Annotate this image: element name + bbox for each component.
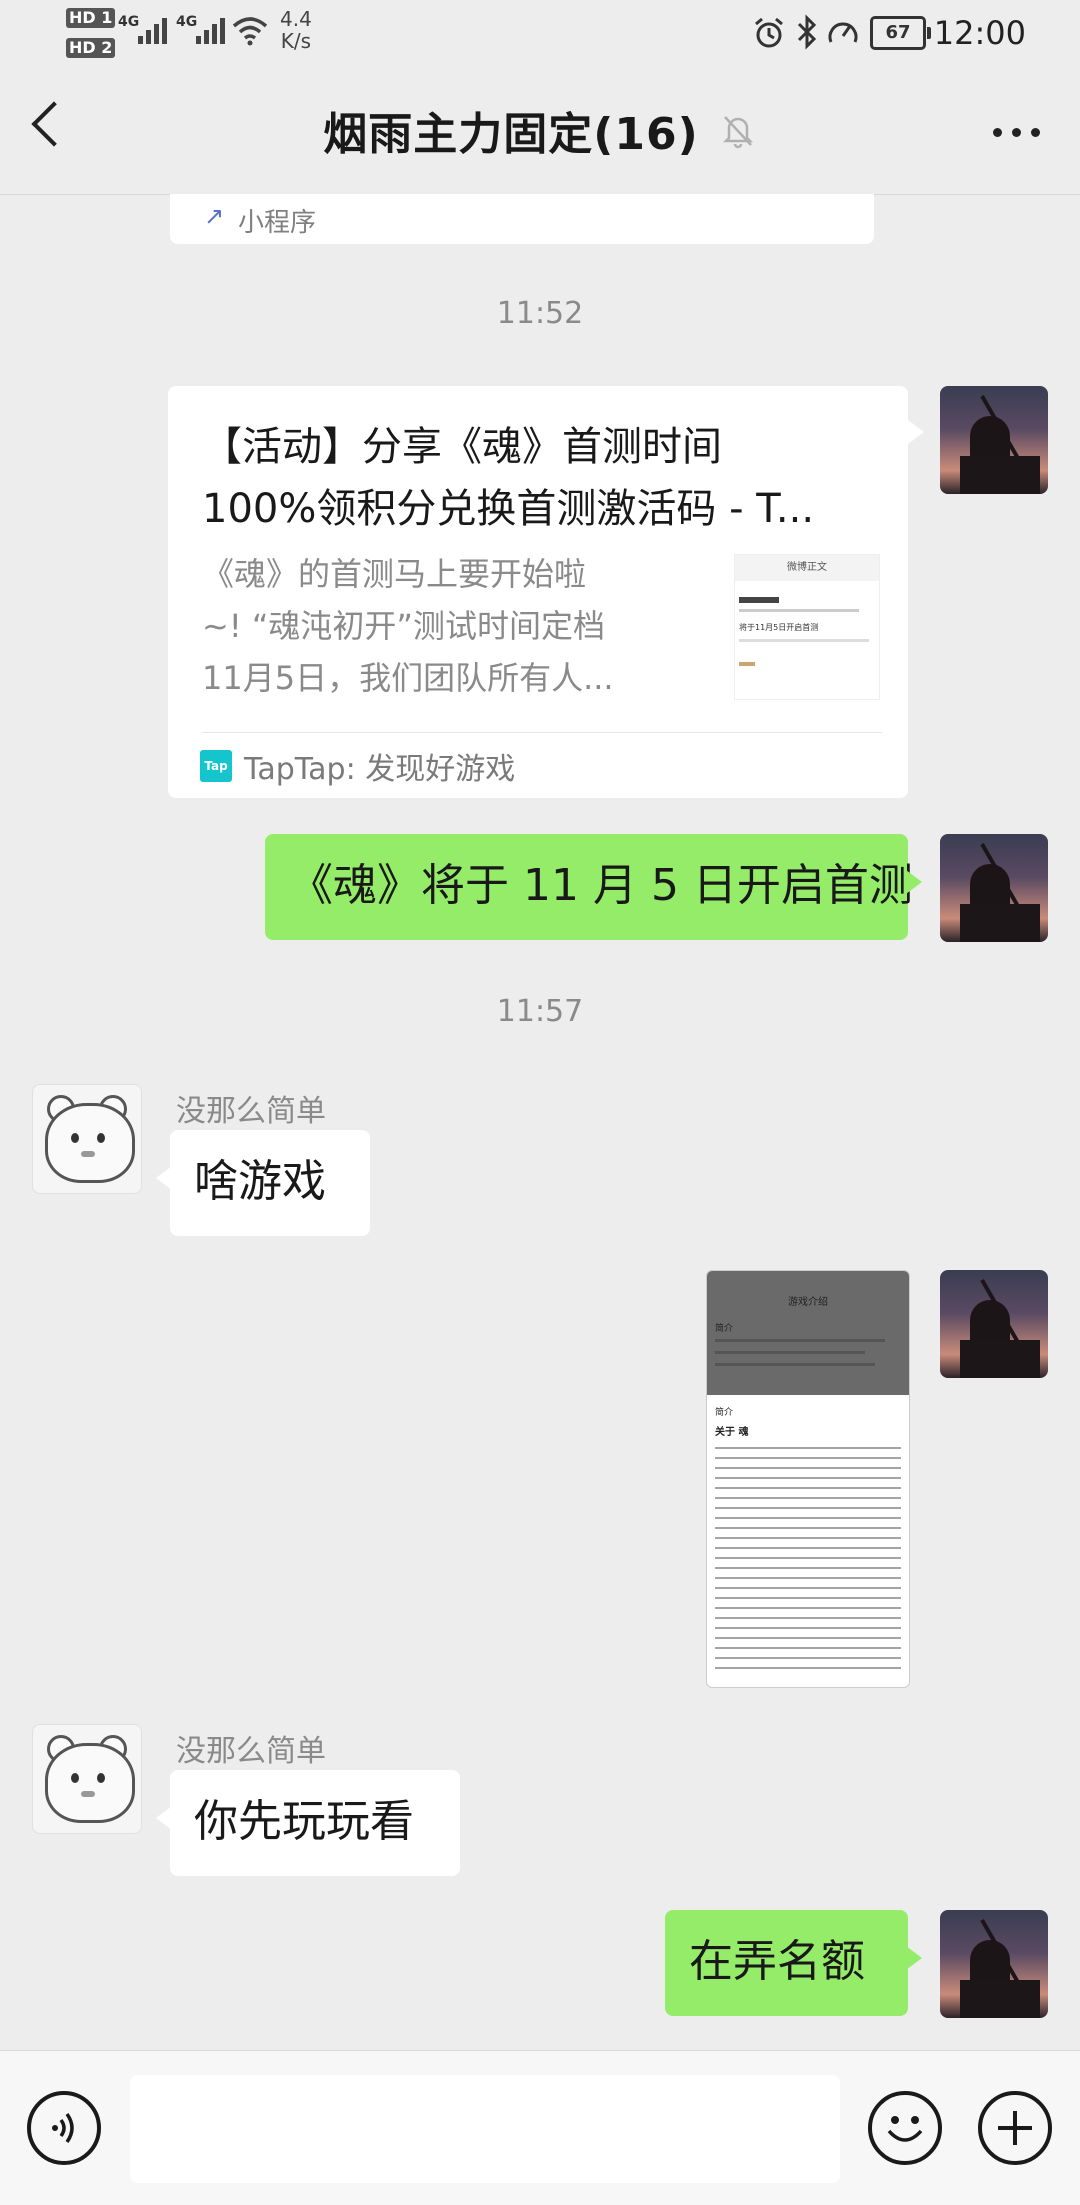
sender-name: 没那么简单 bbox=[176, 1094, 326, 1129]
mini-program-label: 小程序 bbox=[238, 208, 317, 238]
link-card-title-line2: 100%领积分兑换首测激活码 - T... bbox=[202, 486, 815, 532]
wifi-icon bbox=[232, 17, 268, 46]
self-avatar[interactable] bbox=[940, 834, 1048, 942]
timestamp: 11:52 bbox=[496, 296, 584, 331]
link-card-title-line1: 【活动】分享《魂》首测时间 bbox=[202, 424, 722, 470]
alarm-icon bbox=[755, 17, 783, 48]
input-bar bbox=[0, 2050, 1080, 2205]
link-card[interactable]: 【活动】分享《魂》首测时间 100%领积分兑换首测激活码 - T... 《魂》的… bbox=[168, 386, 908, 798]
more-options-icon[interactable] bbox=[993, 128, 1040, 137]
voice-input-icon[interactable] bbox=[27, 2091, 101, 2165]
link-card-desc-line1: 《魂》的首测马上要开始啦 bbox=[202, 555, 587, 593]
message-text-input[interactable] bbox=[130, 2075, 840, 2183]
link-card-description: 《魂》的首测马上要开始啦 ~! “魂沌初开”测试时间定档 11月5日，我们团队所… bbox=[202, 548, 614, 704]
self-message-bubble[interactable]: 在弄名额 bbox=[665, 1910, 922, 2016]
chat-header: 烟雨主力固定(16) bbox=[0, 70, 1080, 195]
add-more-icon[interactable] bbox=[978, 2091, 1052, 2165]
hd-badge-2: HD 2 bbox=[66, 38, 116, 58]
mini-program-card[interactable]: ↗ 小程序 bbox=[170, 194, 874, 244]
self-avatar[interactable] bbox=[940, 1910, 1048, 2018]
net-type-2: 4G bbox=[176, 14, 198, 30]
chat-title: 烟雨主力固定(16) bbox=[323, 109, 699, 160]
signal-icon-1 bbox=[138, 18, 167, 44]
thumb-section-1: 简介 bbox=[715, 1324, 734, 1334]
link-card-source: TapTap: 发现好游戏 bbox=[244, 752, 516, 787]
link-card-desc-line2: ~! “魂沌初开”测试时间定档 bbox=[202, 607, 605, 645]
card-tail bbox=[908, 420, 924, 444]
taptap-logo-icon: Tap bbox=[200, 750, 232, 782]
data-saver-icon bbox=[828, 22, 858, 43]
other-user-avatar[interactable] bbox=[32, 1724, 142, 1834]
network-speed: 4.4 K/s bbox=[280, 8, 312, 52]
hd-badge-1: HD 1 bbox=[66, 8, 116, 28]
link-icon: ↗ bbox=[204, 202, 225, 230]
network-speed-value: 4.4 bbox=[280, 7, 312, 31]
emoji-icon[interactable] bbox=[868, 2091, 942, 2165]
screenshot-image-message[interactable]: 游戏介绍 简介 简介 关于 魂 bbox=[706, 1270, 910, 1688]
self-avatar[interactable] bbox=[940, 1270, 1048, 1378]
status-time: 12:00 bbox=[933, 14, 1026, 52]
link-card-thumbnail: 微博正文 将于11月5日开启首测 bbox=[734, 554, 880, 700]
net-type-1: 4G bbox=[118, 14, 140, 30]
link-card-title: 【活动】分享《魂》首测时间 100%领积分兑换首测激活码 - T... bbox=[202, 416, 814, 540]
battery-indicator: 67 bbox=[870, 16, 931, 50]
thumb-about: 关于 魂 bbox=[715, 1427, 749, 1438]
thumb-header: 微博正文 bbox=[735, 555, 879, 581]
other-user-avatar[interactable] bbox=[32, 1084, 142, 1194]
self-message-bubble[interactable]: 《魂》将于 11 月 5 日开启首测 bbox=[265, 834, 922, 940]
thumb-text: 将于11月5日开启首测 bbox=[739, 623, 819, 632]
thumb-top-title: 游戏介绍 bbox=[788, 1297, 828, 1308]
self-avatar[interactable] bbox=[940, 386, 1048, 494]
mute-bell-icon bbox=[722, 116, 753, 149]
signal-icon-2 bbox=[196, 18, 225, 44]
status-bar: HD 1 HD 2 4G 4G 4.4 K/s 67 12:00 bbox=[0, 0, 1080, 70]
network-speed-unit: K/s bbox=[280, 29, 312, 53]
sender-name: 没那么简单 bbox=[176, 1734, 326, 1769]
other-message-bubble[interactable]: 你先玩玩看 bbox=[156, 1770, 460, 1876]
link-card-desc-line3: 11月5日，我们团队所有人... bbox=[202, 659, 614, 697]
bluetooth-icon bbox=[797, 14, 817, 50]
thumb-section-2: 简介 bbox=[715, 1408, 734, 1418]
timestamp: 11:57 bbox=[496, 994, 584, 1029]
other-message-bubble[interactable]: 啥游戏 bbox=[156, 1130, 370, 1236]
chat-title-container: 烟雨主力固定(16) bbox=[0, 98, 1080, 162]
